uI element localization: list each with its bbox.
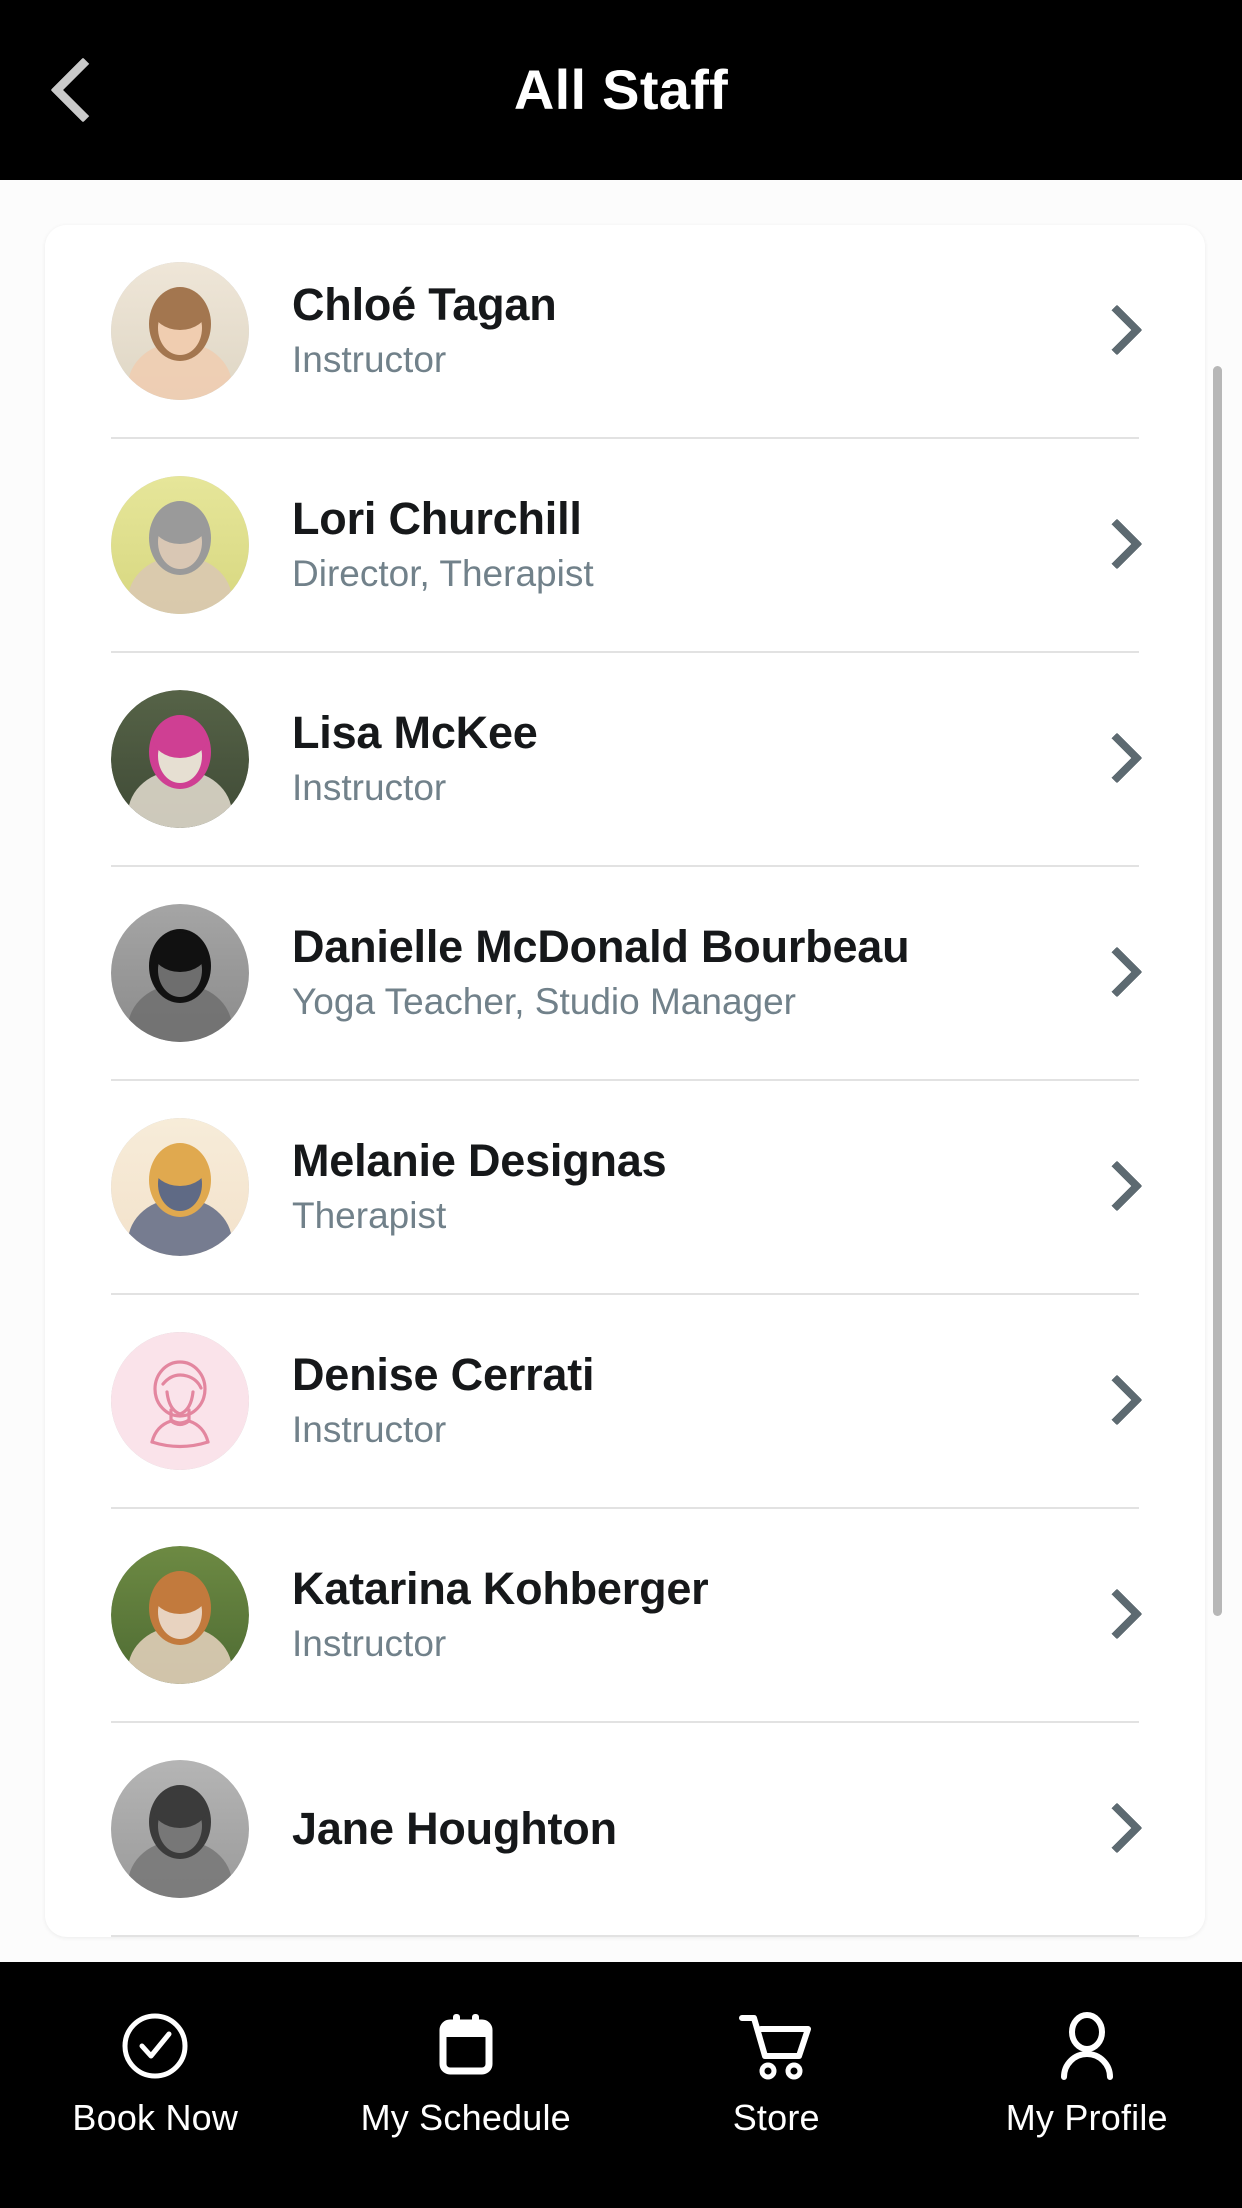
staff-list-item[interactable]: Lisa McKee Instructor xyxy=(45,653,1205,865)
scroll-area[interactable]: Chloé Tagan Instructor Lori Churchill Dire… xyxy=(0,180,1242,1962)
staff-list-item[interactable]: Jane Houghton xyxy=(45,1723,1205,1935)
staff-info: Jane Houghton xyxy=(249,1802,1093,1854)
staff-name: Chloé Tagan xyxy=(292,278,557,330)
avatar xyxy=(111,1118,249,1256)
scrollbar-thumb[interactable] xyxy=(1213,366,1222,1616)
bottom-tab-bar: Book Now My Schedule Store My Profile xyxy=(0,1962,1242,2208)
chevron-right-icon[interactable] xyxy=(1091,304,1147,358)
chevron-right-icon[interactable] xyxy=(1091,1374,1147,1428)
staff-list-item[interactable]: Chloé Tagan Instructor xyxy=(45,225,1205,437)
staff-role: Yoga Teacher, Studio Manager xyxy=(292,981,796,1022)
row-divider xyxy=(111,1935,1139,1937)
tab-label: My Profile xyxy=(1005,2097,1168,2138)
staff-info: Lori Churchill Director, Therapist xyxy=(249,492,1093,597)
staff-role: Therapist xyxy=(292,1195,447,1236)
avatar xyxy=(111,690,249,828)
chevron-right-icon[interactable] xyxy=(1091,518,1147,572)
staff-list-item[interactable]: Melanie Designas Therapist xyxy=(45,1081,1205,1293)
avatar xyxy=(111,1546,249,1684)
staff-name: Melanie Designas xyxy=(292,1134,667,1186)
app-screen: All Staff Chloé Tagan Instructor Lori Ch… xyxy=(0,0,1242,2208)
staff-role: Instructor xyxy=(292,1409,447,1450)
page-title: All Staff xyxy=(513,58,729,121)
tab-book-now[interactable]: Book Now xyxy=(0,2006,311,2136)
avatar-placeholder-icon xyxy=(111,1332,249,1470)
tab-my-profile[interactable]: My Profile xyxy=(932,2006,1242,2136)
staff-info: Lisa McKee Instructor xyxy=(249,706,1093,811)
staff-name: Danielle McDonald Bourbeau xyxy=(292,920,910,972)
avatar xyxy=(111,1760,249,1898)
staff-info: Katarina Kohberger Instructor xyxy=(249,1562,1093,1667)
avatar xyxy=(111,262,249,400)
staff-role: Instructor xyxy=(292,767,447,808)
staff-name: Lori Churchill xyxy=(292,492,582,544)
tab-label: Book Now xyxy=(72,2097,239,2138)
staff-name: Lisa McKee xyxy=(292,706,538,758)
staff-info: Melanie Designas Therapist xyxy=(249,1134,1093,1239)
staff-list-item[interactable]: Katarina Kohberger Instructor xyxy=(45,1509,1205,1721)
staff-list-item[interactable]: Lori Churchill Director, Therapist xyxy=(45,439,1205,651)
chevron-right-icon[interactable] xyxy=(1091,732,1147,786)
chevron-right-icon[interactable] xyxy=(1091,946,1147,1000)
chevron-right-icon[interactable] xyxy=(1091,1588,1147,1642)
scrollbar-track[interactable] xyxy=(1213,366,1232,1962)
back-button[interactable] xyxy=(28,0,138,180)
staff-list-item[interactable]: Danielle McDonald Bourbeau Yoga Teacher, … xyxy=(45,867,1205,1079)
staff-list-item[interactable]: Denise Cerrati Instructor xyxy=(45,1295,1205,1507)
staff-info: Denise Cerrati Instructor xyxy=(249,1348,1093,1453)
staff-name: Katarina Kohberger xyxy=(292,1562,709,1614)
tab-label: Store xyxy=(732,2097,820,2138)
shopping-cart-icon xyxy=(736,2006,816,2086)
avatar xyxy=(111,476,249,614)
chevron-left-icon xyxy=(50,57,116,123)
chevron-right-icon[interactable] xyxy=(1091,1802,1147,1856)
staff-role: Instructor xyxy=(292,339,447,380)
avatar xyxy=(111,904,249,1042)
staff-name: Jane Houghton xyxy=(292,1802,617,1854)
staff-role: Director, Therapist xyxy=(292,553,594,594)
chevron-right-icon[interactable] xyxy=(1091,1160,1147,1214)
tab-store[interactable]: Store xyxy=(621,2006,932,2136)
staff-info: Danielle McDonald Bourbeau Yoga Teacher, … xyxy=(249,920,1093,1025)
calendar-icon xyxy=(429,2006,503,2086)
tab-my-schedule[interactable]: My Schedule xyxy=(311,2006,622,2136)
check-circle-icon xyxy=(118,2006,192,2086)
person-icon xyxy=(1050,2006,1124,2086)
tab-label: My Schedule xyxy=(360,2097,571,2138)
staff-list-card: Chloé Tagan Instructor Lori Churchill Dire… xyxy=(45,225,1205,1937)
staff-role: Instructor xyxy=(292,1623,447,1664)
staff-info: Chloé Tagan Instructor xyxy=(249,278,1093,383)
staff-name: Denise Cerrati xyxy=(292,1348,595,1400)
app-header: All Staff xyxy=(0,0,1242,180)
